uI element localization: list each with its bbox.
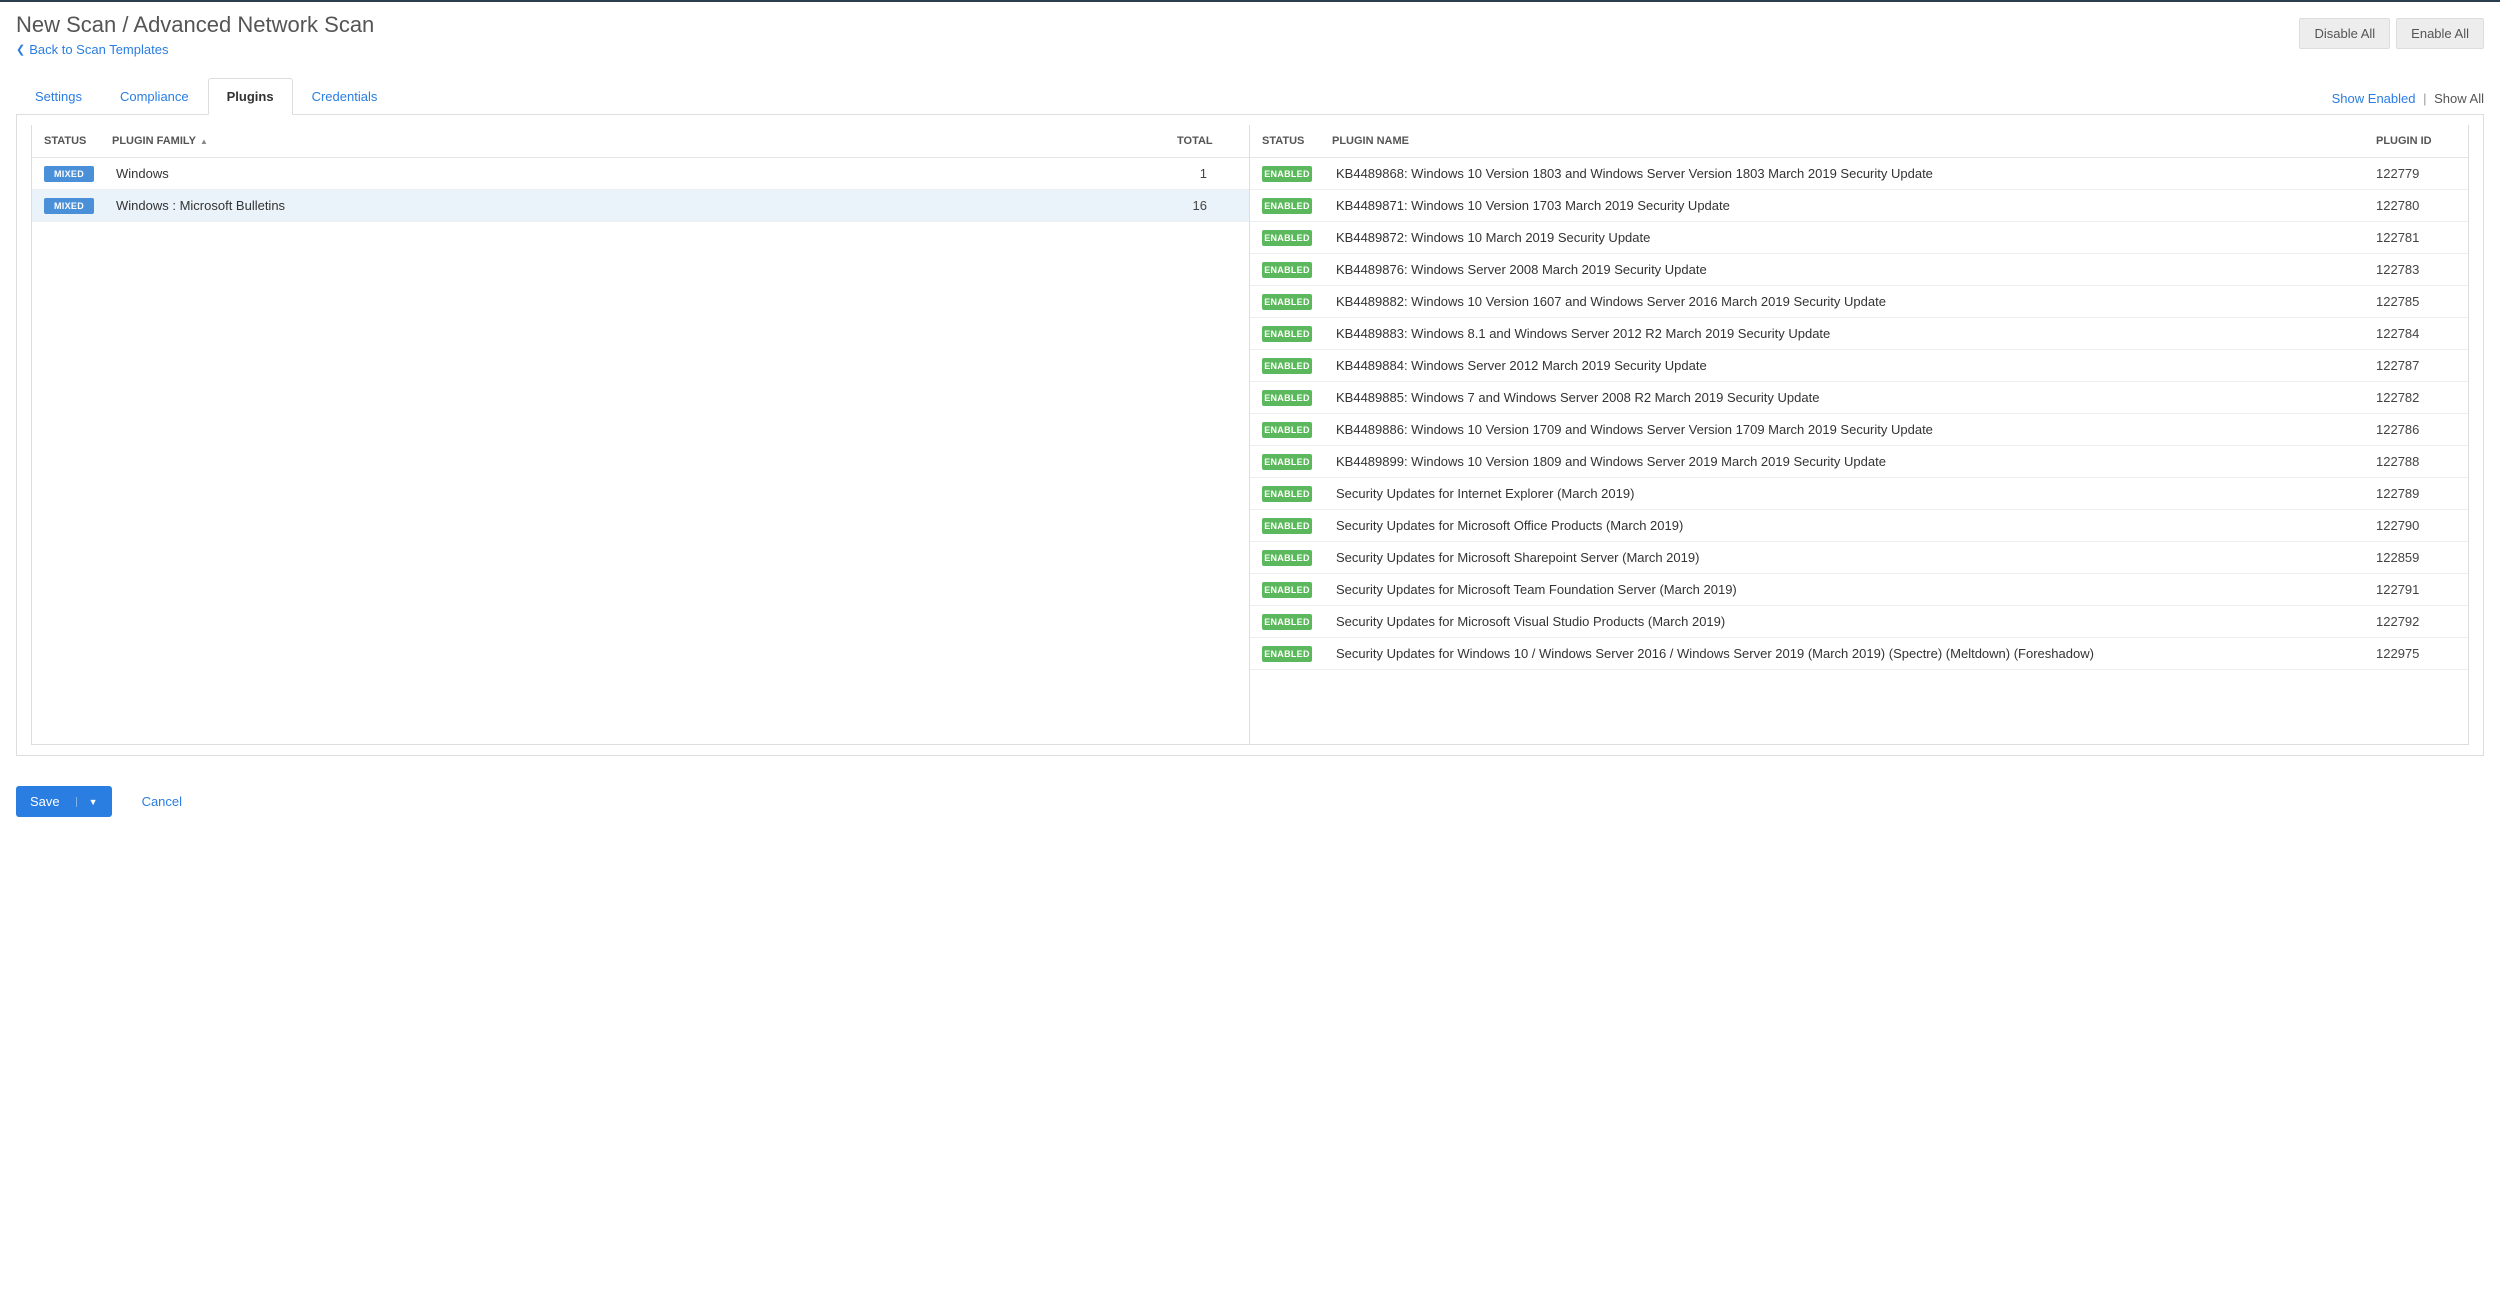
plugin-name: KB4489884: Windows Server 2012 March 201…	[1332, 358, 2376, 373]
plugin-name: KB4489886: Windows 10 Version 1709 and W…	[1332, 422, 2376, 437]
save-button-label: Save	[30, 794, 60, 809]
plugin-row[interactable]: ENABLED KB4489868: Windows 10 Version 180…	[1250, 158, 2468, 190]
plugin-id: 122859	[2376, 550, 2456, 565]
status-badge[interactable]: ENABLED	[1262, 614, 1312, 630]
page-title: New Scan / Advanced Network Scan	[16, 12, 374, 38]
plugin-row[interactable]: ENABLED Security Updates for Microsoft Vi…	[1250, 606, 2468, 638]
plugin-name: Security Updates for Windows 10 / Window…	[1332, 646, 2376, 661]
save-button[interactable]: Save ▼	[16, 786, 112, 817]
plugin-row[interactable]: ENABLED KB4489884: Windows Server 2012 Ma…	[1250, 350, 2468, 382]
status-badge[interactable]: ENABLED	[1262, 390, 1312, 406]
col-header-plugin-name: PLUGIN NAME	[1332, 135, 2376, 147]
sort-asc-icon: ▲	[200, 137, 208, 146]
status-badge[interactable]: MIXED	[44, 166, 94, 182]
plugin-row[interactable]: ENABLED KB4489883: Windows 8.1 and Window…	[1250, 318, 2468, 350]
plugin-name: Security Updates for Microsoft Visual St…	[1332, 614, 2376, 629]
plugin-id: 122784	[2376, 326, 2456, 341]
back-link-label: Back to Scan Templates	[29, 42, 168, 57]
plugin-row[interactable]: ENABLED KB4489886: Windows 10 Version 170…	[1250, 414, 2468, 446]
plugin-name: Security Updates for Microsoft Sharepoin…	[1332, 550, 2376, 565]
plugin-id: 122783	[2376, 262, 2456, 277]
plugin-id: 122779	[2376, 166, 2456, 181]
plugin-id: 122975	[2376, 646, 2456, 661]
family-total: 16	[1177, 198, 1237, 213]
plugin-name: KB4489899: Windows 10 Version 1809 and W…	[1332, 454, 2376, 469]
status-badge[interactable]: ENABLED	[1262, 550, 1312, 566]
plugin-id: 122791	[2376, 582, 2456, 597]
disable-all-button[interactable]: Disable All	[2299, 18, 2390, 49]
cancel-link[interactable]: Cancel	[142, 794, 182, 809]
plugin-id: 122789	[2376, 486, 2456, 501]
plugin-name: KB4489868: Windows 10 Version 1803 and W…	[1332, 166, 2376, 181]
status-badge[interactable]: ENABLED	[1262, 358, 1312, 374]
plugin-name: KB4489876: Windows Server 2008 March 201…	[1332, 262, 2376, 277]
family-row[interactable]: MIXED Windows1	[32, 158, 1249, 190]
status-badge[interactable]: MIXED	[44, 198, 94, 214]
col-header-family-label: PLUGIN FAMILY	[112, 135, 196, 147]
plugin-id: 122792	[2376, 614, 2456, 629]
status-badge[interactable]: ENABLED	[1262, 166, 1312, 182]
status-badge[interactable]: ENABLED	[1262, 326, 1312, 342]
col-header-total: TOTAL	[1177, 135, 1237, 147]
caret-down-icon: ▼	[76, 797, 98, 807]
plugin-id: 122781	[2376, 230, 2456, 245]
plugin-name: Security Updates for Microsoft Office Pr…	[1332, 518, 2376, 533]
status-badge[interactable]: ENABLED	[1262, 486, 1312, 502]
col-header-plugin-id: PLUGIN ID	[2376, 135, 2456, 147]
plugin-id: 122782	[2376, 390, 2456, 405]
family-name: Windows	[112, 166, 1177, 181]
status-badge[interactable]: ENABLED	[1262, 230, 1312, 246]
status-badge[interactable]: ENABLED	[1262, 454, 1312, 470]
status-badge[interactable]: ENABLED	[1262, 518, 1312, 534]
status-badge[interactable]: ENABLED	[1262, 646, 1312, 662]
plugin-row[interactable]: ENABLED Security Updates for Internet Exp…	[1250, 478, 2468, 510]
col-header-status-right: STATUS	[1262, 135, 1332, 147]
plugin-name: KB4489872: Windows 10 March 2019 Securit…	[1332, 230, 2376, 245]
filter-separator: |	[2423, 91, 2426, 106]
family-row[interactable]: MIXED Windows : Microsoft Bulletins16	[32, 190, 1249, 222]
status-badge[interactable]: ENABLED	[1262, 198, 1312, 214]
tab-credentials[interactable]: Credentials	[293, 78, 397, 115]
plugin-name: Security Updates for Internet Explorer (…	[1332, 486, 2376, 501]
plugin-row[interactable]: ENABLED KB4489899: Windows 10 Version 180…	[1250, 446, 2468, 478]
plugin-id: 122787	[2376, 358, 2456, 373]
status-badge[interactable]: ENABLED	[1262, 262, 1312, 278]
plugin-row[interactable]: ENABLED KB4489882: Windows 10 Version 160…	[1250, 286, 2468, 318]
status-badge[interactable]: ENABLED	[1262, 582, 1312, 598]
plugin-row[interactable]: ENABLED Security Updates for Microsoft Te…	[1250, 574, 2468, 606]
col-header-status: STATUS	[44, 135, 112, 147]
plugin-row[interactable]: ENABLED Security Updates for Microsoft Sh…	[1250, 542, 2468, 574]
plugin-row[interactable]: ENABLED KB4489885: Windows 7 and Windows …	[1250, 382, 2468, 414]
plugin-id: 122790	[2376, 518, 2456, 533]
plugin-name: KB4489885: Windows 7 and Windows Server …	[1332, 390, 2376, 405]
plugin-name: Security Updates for Microsoft Team Foun…	[1332, 582, 2376, 597]
plugin-family-pane: STATUS PLUGIN FAMILY ▲ TOTAL MIXED Window…	[32, 125, 1250, 744]
plugin-name: KB4489883: Windows 8.1 and Windows Serve…	[1332, 326, 2376, 341]
tab-plugins[interactable]: Plugins	[208, 78, 293, 115]
family-total: 1	[1177, 166, 1237, 181]
plugin-row[interactable]: ENABLED KB4489876: Windows Server 2008 Ma…	[1250, 254, 2468, 286]
family-name: Windows : Microsoft Bulletins	[112, 198, 1177, 213]
status-badge[interactable]: ENABLED	[1262, 294, 1312, 310]
plugin-row[interactable]: ENABLED KB4489872: Windows 10 March 2019 …	[1250, 222, 2468, 254]
plugin-list-pane: STATUS PLUGIN NAME PLUGIN ID ENABLED KB44…	[1250, 125, 2468, 744]
plugin-id: 122785	[2376, 294, 2456, 309]
status-badge[interactable]: ENABLED	[1262, 422, 1312, 438]
plugin-id: 122788	[2376, 454, 2456, 469]
plugin-id: 122780	[2376, 198, 2456, 213]
show-all-link[interactable]: Show All	[2434, 91, 2484, 106]
plugin-id: 122786	[2376, 422, 2456, 437]
tab-settings[interactable]: Settings	[16, 78, 101, 115]
plugin-name: KB4489882: Windows 10 Version 1607 and W…	[1332, 294, 2376, 309]
tab-compliance[interactable]: Compliance	[101, 78, 208, 115]
plugin-name: KB4489871: Windows 10 Version 1703 March…	[1332, 198, 2376, 213]
enable-all-button[interactable]: Enable All	[2396, 18, 2484, 49]
back-link[interactable]: ❮ Back to Scan Templates	[16, 42, 168, 57]
plugin-row[interactable]: ENABLED KB4489871: Windows 10 Version 170…	[1250, 190, 2468, 222]
col-header-family[interactable]: PLUGIN FAMILY ▲	[112, 135, 1177, 147]
plugin-row[interactable]: ENABLED Security Updates for Microsoft Of…	[1250, 510, 2468, 542]
show-enabled-link[interactable]: Show Enabled	[2332, 91, 2416, 106]
plugin-row[interactable]: ENABLED Security Updates for Windows 10 /…	[1250, 638, 2468, 670]
chevron-left-icon: ❮	[16, 43, 25, 56]
